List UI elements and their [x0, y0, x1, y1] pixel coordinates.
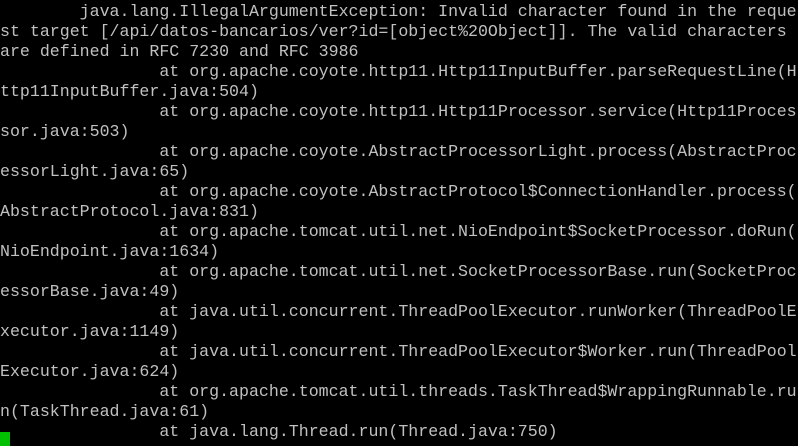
log-line: n(TaskThread.java:61)	[0, 402, 210, 421]
log-line: at org.apache.coyote.http11.Http11InputB…	[0, 62, 797, 81]
log-line: at org.apache.tomcat.util.net.NioEndpoin…	[0, 222, 797, 241]
log-line: java.lang.IllegalArgumentException: Inva…	[0, 2, 797, 21]
terminal-cursor	[0, 432, 10, 446]
log-line: xecutor.java:1149)	[0, 322, 180, 341]
log-line: at org.apache.coyote.AbstractProtocol$Co…	[0, 182, 797, 201]
terminal-window[interactable]: java.lang.IllegalArgumentException: Inva…	[0, 0, 798, 446]
log-line: at org.apache.tomcat.util.threads.TaskTh…	[0, 382, 797, 401]
log-line: Executor.java:624)	[0, 362, 180, 381]
log-line: st target [/api/datos-bancarios/ver?id=[…	[0, 22, 787, 41]
log-line: at org.apache.tomcat.util.net.SocketProc…	[0, 262, 797, 281]
log-line: essorLight.java:65)	[0, 162, 190, 181]
log-line: at org.apache.coyote.AbstractProcessorLi…	[0, 142, 797, 161]
log-line: AbstractProtocol.java:831)	[0, 202, 259, 221]
log-line: at java.util.concurrent.ThreadPoolExecut…	[0, 342, 797, 361]
log-line: ttp11InputBuffer.java:504)	[0, 82, 259, 101]
log-line: are defined in RFC 7230 and RFC 3986	[0, 42, 359, 61]
log-line: at org.apache.coyote.http11.Http11Proces…	[0, 102, 797, 121]
log-line: at java.lang.Thread.run(Thread.java:750)	[0, 422, 558, 441]
log-line: at java.util.concurrent.ThreadPoolExecut…	[0, 302, 797, 321]
log-line: NioEndpoint.java:1634)	[0, 242, 220, 261]
log-line: essorBase.java:49)	[0, 282, 180, 301]
log-line: sor.java:503)	[0, 122, 130, 141]
